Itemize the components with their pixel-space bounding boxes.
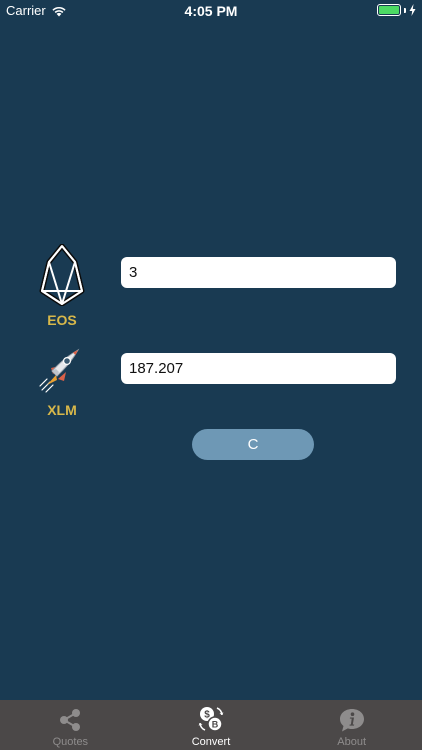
clear-button[interactable]: C: [192, 429, 314, 460]
battery-level: [379, 6, 399, 14]
info-bubble-icon: [339, 709, 364, 732]
status-bar: Carrier 4:05 PM: [0, 0, 422, 22]
svg-text:B: B: [212, 720, 219, 730]
from-coin: EOS: [26, 244, 98, 328]
to-amount-field[interactable]: [121, 353, 396, 384]
to-coin: XLM: [26, 344, 98, 418]
currency-exchange-icon: $ B: [198, 707, 224, 732]
charging-bolt-icon: [409, 4, 416, 16]
battery-tip: [404, 7, 406, 13]
tab-about-label: About: [337, 736, 367, 748]
stellar-rocket-icon: [39, 348, 80, 393]
tab-convert[interactable]: $ B Convert: [141, 700, 282, 750]
battery-indicator: [377, 4, 416, 16]
from-coin-symbol: EOS: [47, 312, 77, 328]
tab-quotes-label: Quotes: [52, 736, 89, 748]
tab-quotes[interactable]: Quotes: [0, 700, 141, 750]
eos-logo-icon: [39, 244, 85, 306]
tab-bar: Quotes $ B Convert About: [0, 700, 422, 750]
from-amount-field[interactable]: [121, 257, 396, 288]
battery-icon: [377, 4, 401, 16]
tab-about[interactable]: About: [281, 700, 422, 750]
to-coin-symbol: XLM: [47, 402, 77, 418]
tab-convert-label: Convert: [191, 736, 231, 748]
status-time: 4:05 PM: [184, 3, 238, 19]
share-nodes-icon: [60, 709, 81, 731]
